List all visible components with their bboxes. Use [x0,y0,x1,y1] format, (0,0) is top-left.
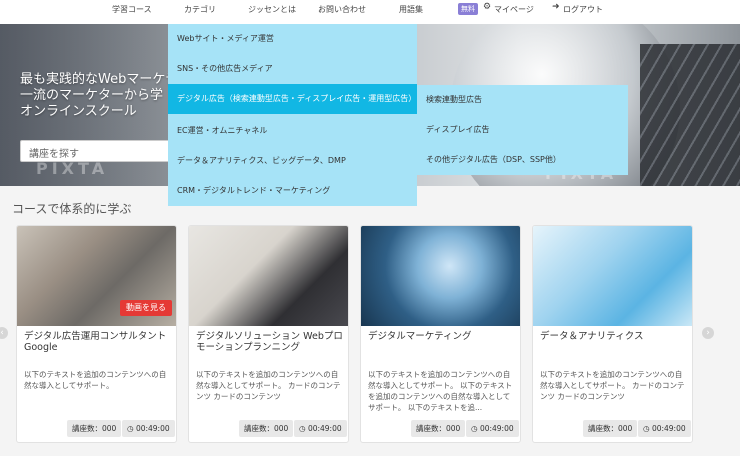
carousel-prev-icon[interactable]: ‹ [0,327,8,339]
free-badge: 無料 [458,3,478,15]
nav-category[interactable]: カテゴリ [184,4,216,15]
keyboard-image [640,44,740,186]
dropdown-item-website[interactable]: Webサイト・メディア運営 [168,24,417,54]
hero-title-line3: オンラインスクール [20,104,137,119]
course-card[interactable]: 動画を見る デジタル広告運用コンサルタント Google 以下のテキストを追加の… [16,225,177,443]
duration-text: 00:49:00 [307,424,342,433]
gear-icon[interactable]: ⚙ [483,2,491,12]
course-description: 以下のテキストを追加のコンテンツへの自然な導入としてサポート。 以下のテキストを… [368,370,513,412]
course-thumbnail [361,226,520,326]
dropdown-item-data[interactable]: データ＆アナリティクス、ビッグデータ、DMP [168,146,417,176]
lesson-count: 講座数：000 [583,420,638,437]
dropdown-item-sns[interactable]: SNS・その他広告メディア [168,54,417,84]
category-submenu: 検索連動型広告 ディスプレイ広告 その他デジタル広告（DSP、SSP他） [417,85,628,175]
course-thumbnail [533,226,692,326]
carousel-next-icon[interactable]: › [702,327,714,339]
course-title[interactable]: デジタル広告運用コンサルタント Google [24,331,172,353]
nav-contact[interactable]: お問い合わせ [318,4,366,15]
logout-icon[interactable]: ➜ [552,2,560,12]
section-title: コースで体系的に学ぶ [12,202,132,216]
course-card[interactable]: データ＆アナリティクス 以下のテキストを追加のコンテンツへの自然な導入としてサポ… [532,225,693,443]
category-dropdown: Webサイト・メディア運営 SNS・その他広告メディア デジタル広告（検索連動型… [168,24,417,206]
duration-text: 00:49:00 [479,424,514,433]
duration-badge: ◷ 00:49:00 [122,420,175,437]
submenu-item-other-ads[interactable]: その他デジタル広告（DSP、SSP他） [417,145,628,175]
duration-text: 00:49:00 [135,424,170,433]
nav-courses[interactable]: 学習コース [112,4,152,15]
course-search-input[interactable]: 講座を探す [20,140,170,162]
lesson-count: 講座数：000 [239,420,294,437]
course-card[interactable]: デジタルソリューション Webプロモーションプランニング 以下のテキストを追加の… [188,225,349,443]
course-card[interactable]: デジタルマーケティング 以下のテキストを追加のコンテンツへの自然な導入としてサポ… [360,225,521,443]
dropdown-item-crm[interactable]: CRM・デジタルトレンド・マーケティング [168,176,417,206]
course-thumbnail [189,226,348,326]
course-description: 以下のテキストを追加のコンテンツへの自然な導入としてサポート。 カードのコンテン… [540,370,685,401]
mypage-link[interactable]: マイページ [494,4,534,15]
lesson-count: 講座数：000 [67,420,122,437]
clock-icon: ◷ [471,424,478,433]
clock-icon: ◷ [643,424,650,433]
course-description: 以下のテキストを追加のコンテンツへの自然な導入としてサポート。 [24,370,167,390]
watch-video-button[interactable]: 動画を見る [120,300,172,316]
course-title[interactable]: デジタルマーケティング [368,331,516,342]
clock-icon: ◷ [127,424,134,433]
course-description: 以下のテキストを追加のコンテンツへの自然な導入としてサポート。 カードのコンテン… [196,370,341,401]
course-title[interactable]: デジタルソリューション Webプロモーションプランニング [196,331,344,353]
nav-glossary[interactable]: 用語集 [399,4,423,15]
submenu-item-display-ads[interactable]: ディスプレイ広告 [417,115,628,145]
dropdown-item-digital-ads[interactable]: デジタル広告（検索連動型広告・ディスプレイ広告・運用型広告） [168,84,417,114]
nav-about[interactable]: ジッセンとは [248,4,296,15]
duration-badge: ◷ 00:49:00 [294,420,347,437]
clock-icon: ◷ [299,424,306,433]
duration-badge: ◷ 00:49:00 [466,420,519,437]
duration-text: 00:49:00 [651,424,686,433]
logout-link[interactable]: ログアウト [563,4,603,15]
dropdown-item-ec[interactable]: EC運営・オムニチャネル [168,116,417,146]
top-nav: 学習コース カテゴリ ジッセンとは お問い合わせ 用語集 無料 ⚙ マイページ … [0,0,740,24]
course-title[interactable]: データ＆アナリティクス [540,331,688,342]
lesson-count: 講座数：000 [411,420,466,437]
submenu-item-search-ads[interactable]: 検索連動型広告 [417,85,628,115]
duration-badge: ◷ 00:49:00 [638,420,691,437]
